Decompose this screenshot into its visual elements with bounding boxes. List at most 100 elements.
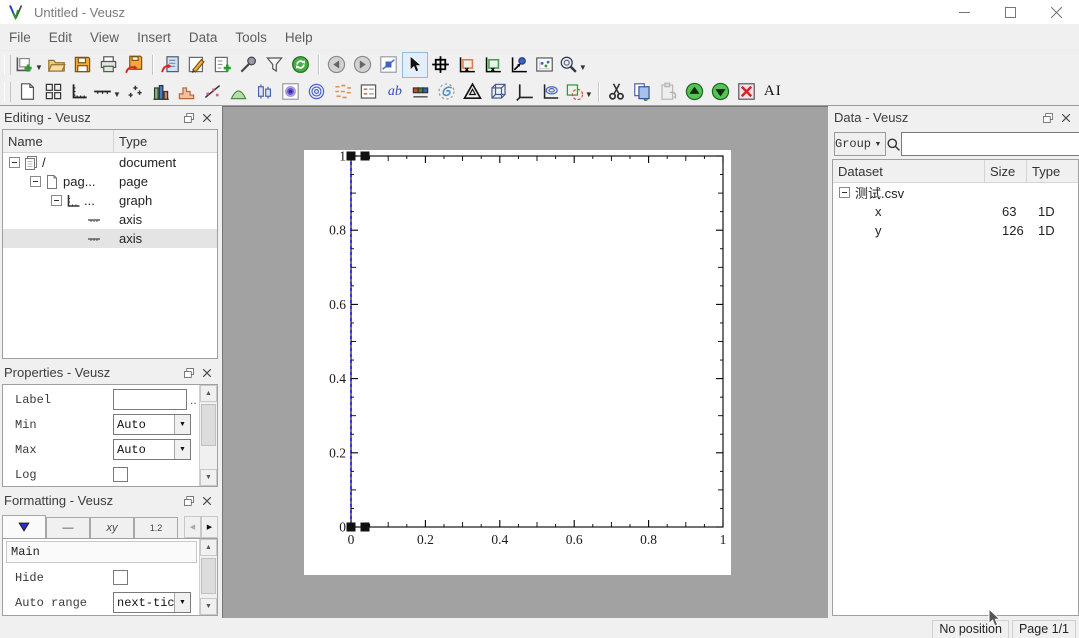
tab-main[interactable] [2,515,46,538]
expander-icon[interactable] [839,187,850,198]
properties-close-button[interactable] [198,365,216,381]
menu-file[interactable]: File [0,30,40,45]
add-bar-button[interactable] [148,79,174,105]
dataset-row[interactable]: 测试.csv [833,183,1078,202]
rename-button[interactable]: AI [760,79,786,105]
new-document-button[interactable]: ▼ [14,52,44,78]
tree-row-axis[interactable]: axis [3,210,217,229]
add-image-button[interactable] [278,79,304,105]
click-to-zoom-button[interactable] [532,52,558,78]
dropdown-arrow-icon[interactable]: ▼ [113,90,121,99]
add-polar-button[interactable] [434,79,460,105]
scroll-thumb[interactable] [201,558,216,594]
min-combo[interactable]: Auto▼ [113,414,191,435]
chevron-down-icon[interactable]: ▼ [174,415,190,434]
add-ternary-button[interactable] [460,79,486,105]
add-axis-button[interactable]: ▼ [92,79,122,105]
cut-button[interactable] [604,79,630,105]
properties-scrollbar[interactable]: ▲ ▼ [199,385,217,486]
filter-data-button[interactable] [262,52,288,78]
formatting-scrollbar[interactable]: ▲ ▼ [199,539,217,615]
create-dataset-button[interactable] [210,52,236,78]
column-type[interactable]: Type [114,130,217,152]
chevron-down-icon[interactable]: ▼ [174,593,190,612]
graph-plot[interactable]: 00.20.40.60.8100.20.40.60.81 [304,150,731,575]
chevron-down-icon[interactable]: ▼ [174,440,190,459]
tabs-scroll-left-icon[interactable]: ◀ [184,516,201,538]
dataset-search-input[interactable] [901,132,1079,156]
tab-line[interactable]: — [46,517,90,538]
tab-tick-labels[interactable]: 1.2 [134,517,178,538]
add-axis-3d-button[interactable] [512,79,538,105]
copy-button[interactable] [630,79,656,105]
previous-page-button[interactable] [324,52,350,78]
zoom-level-button[interactable]: ▼ [558,52,588,78]
editing-close-button[interactable] [198,110,216,126]
dataset-row[interactable]: y1261D [833,221,1078,240]
label-input[interactable] [113,389,187,410]
open-document-button[interactable] [44,52,70,78]
add-contour-button[interactable] [304,79,330,105]
capture-data-button[interactable] [236,52,262,78]
scroll-up-icon[interactable]: ▲ [200,539,217,556]
add-fit-button[interactable] [200,79,226,105]
expander-icon[interactable] [9,157,20,168]
dropdown-arrow-icon[interactable]: ▼ [579,63,587,72]
move-down-button[interactable] [708,79,734,105]
add-key-button[interactable] [356,79,382,105]
column-type[interactable]: Type [1027,160,1078,182]
tree-row-page[interactable]: pag...page [3,172,217,191]
print-document-button[interactable] [96,52,122,78]
save-document-button[interactable] [70,52,96,78]
add-xy-button[interactable] [122,79,148,105]
plot-page[interactable]: 00.20.40.60.8100.20.40.60.81 [304,150,731,575]
formatting-float-button[interactable] [180,493,198,509]
zoom-into-axes-button[interactable] [454,52,480,78]
editing-float-button[interactable] [180,110,198,126]
toolbar-grip[interactable] [4,82,11,102]
paste-button[interactable] [656,79,682,105]
add-surface-3d-button[interactable] [538,79,564,105]
move-up-button[interactable] [682,79,708,105]
add-boxplot-button[interactable] [252,79,278,105]
add-histogram-button[interactable] [174,79,200,105]
toolbar-grip[interactable] [4,55,11,75]
maximize-button[interactable] [987,0,1033,24]
tree-row-graph[interactable]: ...graph [3,191,217,210]
menu-help[interactable]: Help [276,30,322,45]
log-checkbox[interactable] [113,467,128,482]
import-data-button[interactable] [158,52,184,78]
minimize-button[interactable] [941,0,987,24]
reload-data-button[interactable] [288,52,314,78]
menu-data[interactable]: Data [180,30,227,45]
edit-dots-button[interactable]: .. [190,393,197,407]
add-vector-field-button[interactable] [330,79,356,105]
read-data-points-button[interactable] [428,52,454,78]
dropdown-arrow-icon[interactable]: ▼ [585,90,593,99]
add-function-button[interactable] [226,79,252,105]
add-label-button[interactable]: ab [382,79,408,105]
menu-edit[interactable]: Edit [40,30,81,45]
menu-insert[interactable]: Insert [128,30,180,45]
tree-row-axis[interactable]: axis [3,229,217,248]
column-dataset[interactable]: Dataset [833,160,985,182]
add-graph-button[interactable] [66,79,92,105]
max-combo[interactable]: Auto▼ [113,439,191,460]
export-page-button[interactable] [122,52,148,78]
pointer-select-button[interactable] [402,52,428,78]
scroll-thumb[interactable] [201,404,216,446]
add-grid-button[interactable] [40,79,66,105]
recenter-graph-button[interactable] [506,52,532,78]
dataset-row[interactable]: x631D [833,202,1078,221]
plot-canvas[interactable]: 00.20.40.60.8100.20.40.60.81 [222,106,828,618]
add-colorbar-button[interactable] [408,79,434,105]
column-name[interactable]: Name [3,130,114,152]
tab-axis-label[interactable]: xy [90,517,134,538]
scroll-down-icon[interactable]: ▼ [200,469,217,486]
scroll-down-icon[interactable]: ▼ [200,598,217,615]
expander-icon[interactable] [51,195,62,206]
menu-view[interactable]: View [81,30,128,45]
formatting-close-button[interactable] [198,493,216,509]
add-scene-3d-button[interactable] [486,79,512,105]
properties-float-button[interactable] [180,365,198,381]
